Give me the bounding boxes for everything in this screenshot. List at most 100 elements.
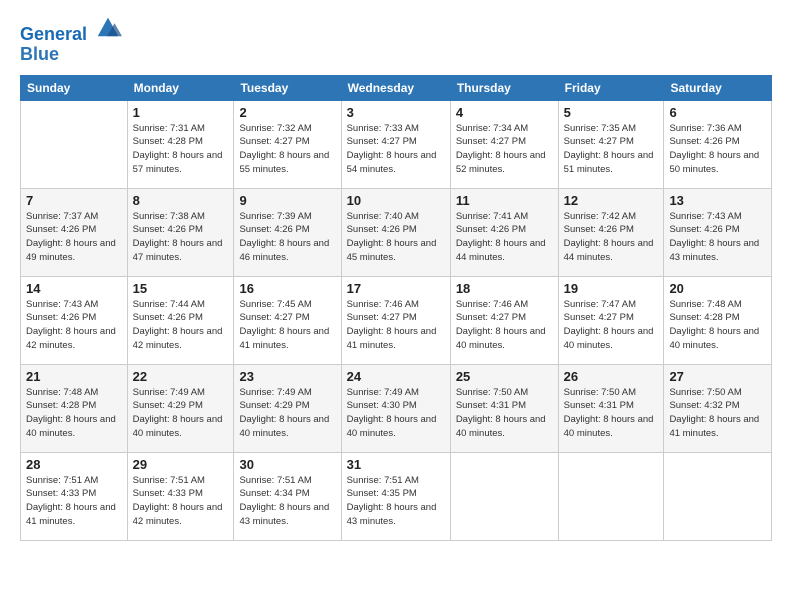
calendar-cell: 10 Sunrise: 7:40 AMSunset: 4:26 PMDayligh…	[341, 188, 450, 276]
day-number: 8	[133, 193, 229, 208]
calendar-cell: 4 Sunrise: 7:34 AMSunset: 4:27 PMDaylight…	[450, 100, 558, 188]
logo: General Blue	[20, 16, 122, 65]
day-number: 4	[456, 105, 553, 120]
calendar-cell: 30Sunrise: 7:51 AMSunset: 4:34 PMDayligh…	[234, 452, 341, 540]
day-number: 31	[347, 457, 445, 472]
day-info: Sunrise: 7:39 AMSunset: 4:26 PMDaylight:…	[239, 210, 335, 265]
day-info: Sunrise: 7:36 AMSunset: 4:26 PMDaylight:…	[669, 122, 766, 177]
calendar-cell: 20 Sunrise: 7:48 AMSunset: 4:28 PMDayligh…	[664, 276, 772, 364]
calendar-cell: 8 Sunrise: 7:38 AMSunset: 4:26 PMDaylight…	[127, 188, 234, 276]
day-info: Sunrise: 7:51 AMSunset: 4:33 PMDaylight:…	[26, 474, 122, 529]
calendar-cell: 14 Sunrise: 7:43 AMSunset: 4:26 PMDayligh…	[21, 276, 128, 364]
day-info: Sunrise: 7:50 AMSunset: 4:32 PMDaylight:…	[669, 386, 766, 441]
day-header-tuesday: Tuesday	[234, 75, 341, 100]
day-info: Sunrise: 7:50 AMSunset: 4:31 PMDaylight:…	[564, 386, 659, 441]
day-info: Sunrise: 7:45 AMSunset: 4:27 PMDaylight:…	[239, 298, 335, 353]
calendar-cell: 25Sunrise: 7:50 AMSunset: 4:31 PMDayligh…	[450, 364, 558, 452]
day-info: Sunrise: 7:49 AMSunset: 4:29 PMDaylight:…	[239, 386, 335, 441]
day-info: Sunrise: 7:44 AMSunset: 4:26 PMDaylight:…	[133, 298, 229, 353]
calendar-cell: 28 Sunrise: 7:51 AMSunset: 4:33 PMDayligh…	[21, 452, 128, 540]
calendar-cell: 3 Sunrise: 7:33 AMSunset: 4:27 PMDaylight…	[341, 100, 450, 188]
calendar-cell	[664, 452, 772, 540]
day-number: 6	[669, 105, 766, 120]
day-number: 15	[133, 281, 229, 296]
calendar-cell: 17 Sunrise: 7:46 AMSunset: 4:27 PMDayligh…	[341, 276, 450, 364]
day-number: 12	[564, 193, 659, 208]
day-number: 2	[239, 105, 335, 120]
calendar-cell: 6 Sunrise: 7:36 AMSunset: 4:26 PMDaylight…	[664, 100, 772, 188]
calendar-cell: 5 Sunrise: 7:35 AMSunset: 4:27 PMDaylight…	[558, 100, 664, 188]
day-number: 5	[564, 105, 659, 120]
calendar-cell: 11 Sunrise: 7:41 AMSunset: 4:26 PMDayligh…	[450, 188, 558, 276]
day-info: Sunrise: 7:33 AMSunset: 4:27 PMDaylight:…	[347, 122, 445, 177]
day-info: Sunrise: 7:32 AMSunset: 4:27 PMDaylight:…	[239, 122, 335, 177]
calendar-cell: 2 Sunrise: 7:32 AMSunset: 4:27 PMDaylight…	[234, 100, 341, 188]
calendar-table: SundayMondayTuesdayWednesdayThursdayFrid…	[20, 75, 772, 541]
day-info: Sunrise: 7:40 AMSunset: 4:26 PMDaylight:…	[347, 210, 445, 265]
day-number: 11	[456, 193, 553, 208]
calendar-cell: 19 Sunrise: 7:47 AMSunset: 4:27 PMDayligh…	[558, 276, 664, 364]
calendar-week-4: 28 Sunrise: 7:51 AMSunset: 4:33 PMDayligh…	[21, 452, 772, 540]
calendar-cell: 12Sunrise: 7:42 AMSunset: 4:26 PMDayligh…	[558, 188, 664, 276]
day-number: 7	[26, 193, 122, 208]
day-number: 24	[347, 369, 445, 384]
day-number: 17	[347, 281, 445, 296]
day-number: 1	[133, 105, 229, 120]
day-info: Sunrise: 7:51 AMSunset: 4:33 PMDaylight:…	[133, 474, 229, 529]
calendar-cell: 27 Sunrise: 7:50 AMSunset: 4:32 PMDayligh…	[664, 364, 772, 452]
day-number: 13	[669, 193, 766, 208]
calendar-cell: 21 Sunrise: 7:48 AMSunset: 4:28 PMDayligh…	[21, 364, 128, 452]
page: General Blue SundayMondayTuesdayWednesda…	[0, 0, 792, 612]
day-info: Sunrise: 7:48 AMSunset: 4:28 PMDaylight:…	[26, 386, 122, 441]
day-number: 20	[669, 281, 766, 296]
day-info: Sunrise: 7:34 AMSunset: 4:27 PMDaylight:…	[456, 122, 553, 177]
day-number: 16	[239, 281, 335, 296]
day-info: Sunrise: 7:38 AMSunset: 4:26 PMDaylight:…	[133, 210, 229, 265]
day-info: Sunrise: 7:49 AMSunset: 4:30 PMDaylight:…	[347, 386, 445, 441]
calendar-week-3: 21 Sunrise: 7:48 AMSunset: 4:28 PMDayligh…	[21, 364, 772, 452]
day-info: Sunrise: 7:46 AMSunset: 4:27 PMDaylight:…	[456, 298, 553, 353]
calendar-cell: 1 Sunrise: 7:31 AMSunset: 4:28 PMDaylight…	[127, 100, 234, 188]
day-number: 19	[564, 281, 659, 296]
calendar-cell: 24 Sunrise: 7:49 AMSunset: 4:30 PMDayligh…	[341, 364, 450, 452]
day-info: Sunrise: 7:35 AMSunset: 4:27 PMDaylight:…	[564, 122, 659, 177]
day-info: Sunrise: 7:48 AMSunset: 4:28 PMDaylight:…	[669, 298, 766, 353]
day-info: Sunrise: 7:37 AMSunset: 4:26 PMDaylight:…	[26, 210, 122, 265]
day-number: 18	[456, 281, 553, 296]
day-header-monday: Monday	[127, 75, 234, 100]
day-info: Sunrise: 7:47 AMSunset: 4:27 PMDaylight:…	[564, 298, 659, 353]
calendar-cell: 16 Sunrise: 7:45 AMSunset: 4:27 PMDayligh…	[234, 276, 341, 364]
day-info: Sunrise: 7:43 AMSunset: 4:26 PMDaylight:…	[26, 298, 122, 353]
day-number: 23	[239, 369, 335, 384]
day-info: Sunrise: 7:46 AMSunset: 4:27 PMDaylight:…	[347, 298, 445, 353]
day-info: Sunrise: 7:31 AMSunset: 4:28 PMDaylight:…	[133, 122, 229, 177]
calendar-week-2: 14 Sunrise: 7:43 AMSunset: 4:26 PMDayligh…	[21, 276, 772, 364]
calendar-cell: 13 Sunrise: 7:43 AMSunset: 4:26 PMDayligh…	[664, 188, 772, 276]
day-number: 10	[347, 193, 445, 208]
day-info: Sunrise: 7:50 AMSunset: 4:31 PMDaylight:…	[456, 386, 553, 441]
day-header-wednesday: Wednesday	[341, 75, 450, 100]
calendar-cell	[21, 100, 128, 188]
calendar-cell: 9Sunrise: 7:39 AMSunset: 4:26 PMDaylight…	[234, 188, 341, 276]
day-number: 27	[669, 369, 766, 384]
day-number: 21	[26, 369, 122, 384]
calendar-cell: 23 Sunrise: 7:49 AMSunset: 4:29 PMDayligh…	[234, 364, 341, 452]
day-info: Sunrise: 7:43 AMSunset: 4:26 PMDaylight:…	[669, 210, 766, 265]
calendar-header-row: SundayMondayTuesdayWednesdayThursdayFrid…	[21, 75, 772, 100]
calendar-cell: 31Sunrise: 7:51 AMSunset: 4:35 PMDayligh…	[341, 452, 450, 540]
day-info: Sunrise: 7:41 AMSunset: 4:26 PMDaylight:…	[456, 210, 553, 265]
day-number: 22	[133, 369, 229, 384]
day-info: Sunrise: 7:51 AMSunset: 4:34 PMDaylight:…	[239, 474, 335, 529]
logo-blue-text: Blue	[20, 45, 122, 65]
calendar-cell: 22Sunrise: 7:49 AMSunset: 4:29 PMDayligh…	[127, 364, 234, 452]
day-number: 28	[26, 457, 122, 472]
calendar-cell: 29Sunrise: 7:51 AMSunset: 4:33 PMDayligh…	[127, 452, 234, 540]
header: General Blue	[20, 16, 772, 65]
day-number: 14	[26, 281, 122, 296]
logo-icon	[94, 12, 122, 40]
day-header-thursday: Thursday	[450, 75, 558, 100]
calendar-cell	[450, 452, 558, 540]
day-number: 3	[347, 105, 445, 120]
day-header-saturday: Saturday	[664, 75, 772, 100]
calendar-week-0: 1 Sunrise: 7:31 AMSunset: 4:28 PMDaylight…	[21, 100, 772, 188]
